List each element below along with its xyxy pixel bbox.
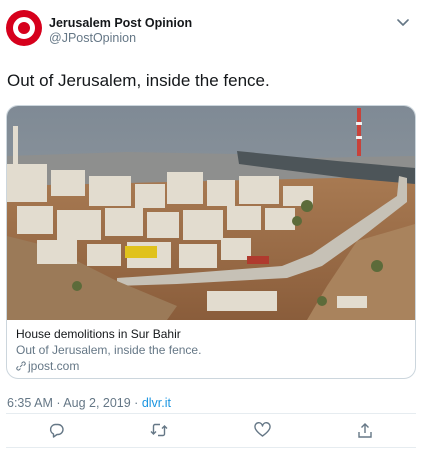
card-body: House demolitions in Sur Bahir Out of Je… (7, 320, 415, 374)
card-domain-text: jpost.com (28, 359, 80, 373)
tweet-header: Jerusalem Post Opinion @JPostOpinion (6, 10, 416, 52)
chevron-down-icon[interactable] (394, 14, 412, 32)
timestamp[interactable]: 6:35 AM · Aug 2, 2019 · (7, 396, 142, 410)
avatar[interactable] (6, 10, 42, 46)
tweet-meta: 6:35 AM · Aug 2, 2019 · dlvr.it (6, 395, 416, 411)
handle[interactable]: @JPostOpinion (49, 31, 192, 46)
card-domain: jpost.com (16, 358, 407, 374)
divider (6, 413, 416, 414)
tweet: Jerusalem Post Opinion @JPostOpinion Out… (0, 0, 422, 449)
card-image[interactable] (7, 106, 415, 320)
retweet-icon[interactable] (148, 419, 170, 441)
link-card[interactable]: House demolitions in Sur Bahir Out of Je… (6, 105, 416, 379)
action-bar (6, 419, 416, 443)
display-name[interactable]: Jerusalem Post Opinion (49, 16, 192, 31)
bottom-divider (6, 447, 416, 448)
heart-icon[interactable] (251, 419, 273, 441)
card-description: Out of Jerusalem, inside the fence. (16, 343, 202, 357)
share-icon[interactable] (354, 419, 376, 441)
author-names: Jerusalem Post Opinion @JPostOpinion (49, 10, 192, 46)
tweet-text: Out of Jerusalem, inside the fence. (7, 71, 270, 90)
source-link[interactable]: dlvr.it (142, 396, 171, 410)
link-icon (16, 361, 26, 371)
card-title: House demolitions in Sur Bahir (16, 327, 181, 341)
reply-icon[interactable] (45, 419, 67, 441)
jpost-logo-icon (13, 17, 35, 39)
